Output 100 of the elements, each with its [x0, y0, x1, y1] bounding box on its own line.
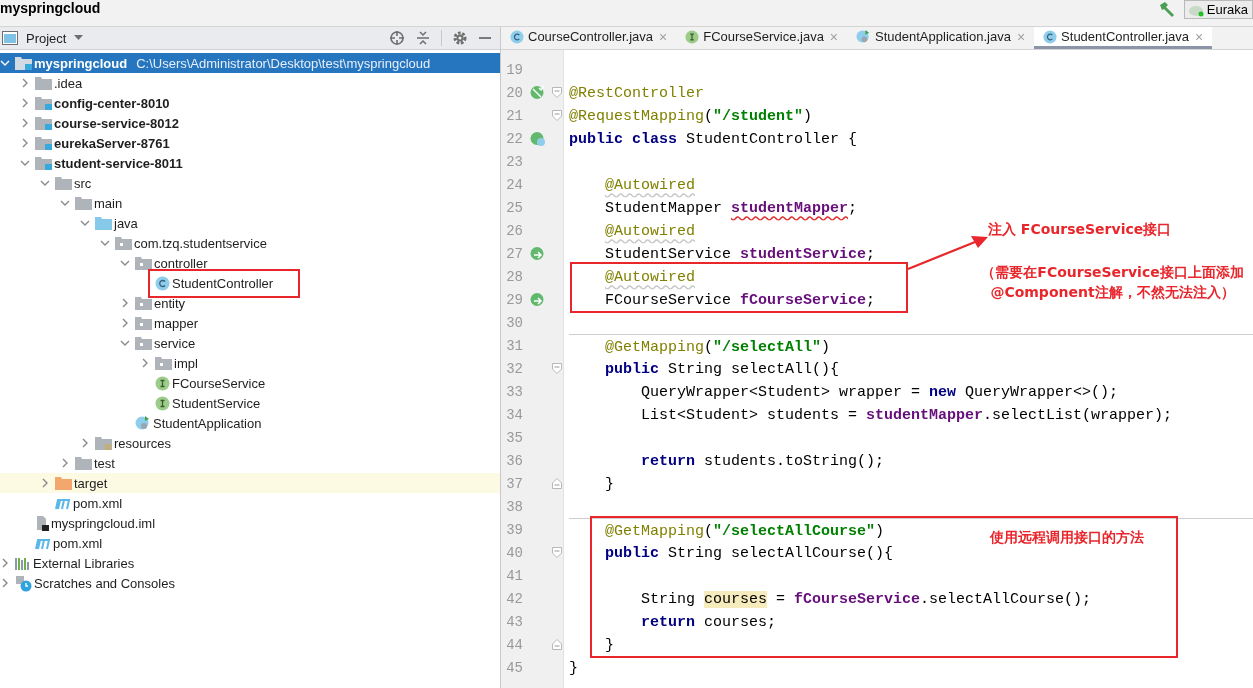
- line-number: 35: [505, 429, 523, 446]
- interface-icon: [155, 395, 170, 411]
- tree-item[interactable]: entity: [0, 293, 500, 313]
- code-line: StudentMapper studentMapper;: [604, 200, 858, 217]
- tree-item[interactable]: myspringcloud C:\Users\Administrator\Desktop\test\myspringcloud: [0, 53, 500, 73]
- line-number: 23: [505, 153, 523, 170]
- interface-icon: [685, 29, 700, 44]
- tree-item-label: test: [94, 455, 115, 471]
- code-line: QueryWrapper<Student> wrapper = new QueryWrapper<>();: [640, 384, 1119, 401]
- module-folder-icon: [15, 56, 32, 70]
- annotation-note: 使用远程调用接口的方法: [990, 528, 1145, 547]
- tree-item-label: src: [74, 175, 92, 191]
- tree-item[interactable]: myspringcloud.iml: [0, 513, 500, 533]
- line-number: 39: [505, 522, 523, 538]
- tree-item[interactable]: course-service-8012: [0, 113, 500, 133]
- code-line: public String selectAll(){: [604, 361, 840, 378]
- folder-icon: [95, 216, 112, 230]
- fold-icon[interactable]: [552, 639, 562, 650]
- maven-icon: [35, 536, 51, 550]
- package-icon: [135, 316, 152, 330]
- annotation-note: 注入 FCourseService接口: [988, 220, 1173, 239]
- tree-item[interactable]: External Libraries: [0, 553, 500, 573]
- tree-item[interactable]: mapper: [0, 313, 500, 333]
- editor-tab[interactable]: CourseController.java ×: [501, 27, 677, 49]
- maven-icon: [55, 496, 71, 510]
- line-number: 43: [505, 613, 523, 630]
- line-number: 42: [505, 590, 523, 607]
- editor-tab[interactable]: StudentApplication.java ×: [847, 27, 1035, 49]
- tree-item[interactable]: .idea: [0, 73, 500, 93]
- tree-item[interactable]: Scratches and Consoles: [0, 573, 500, 593]
- tree-item[interactable]: com.tzq.studentservice: [0, 233, 500, 253]
- tree-item[interactable]: eurekaServer-8761: [0, 133, 500, 153]
- folder-icon: [95, 436, 112, 450]
- spring-class-icon: [856, 29, 872, 44]
- tree-item[interactable]: resources: [0, 433, 500, 453]
- tab-label: StudentApplication.java: [875, 29, 1011, 44]
- settings-icon[interactable]: [452, 30, 468, 46]
- package-icon: [155, 356, 172, 370]
- line-number: 20: [505, 84, 523, 101]
- tree-item[interactable]: java: [0, 213, 500, 233]
- bean-class-icon[interactable]: [529, 131, 545, 146]
- tree-item[interactable]: service: [0, 333, 500, 353]
- line-number: 21: [505, 107, 523, 124]
- fold-icon[interactable]: [552, 547, 562, 558]
- tree-item[interactable]: src: [0, 173, 500, 193]
- code-line: FCourseService fCourseService;: [604, 292, 876, 309]
- line-number: 36: [505, 452, 523, 469]
- line-number: 22: [505, 130, 523, 147]
- tree-item[interactable]: test: [0, 453, 500, 473]
- bean-check-icon[interactable]: [529, 85, 545, 100]
- tree-item-label: service: [154, 335, 196, 351]
- locate-icon[interactable]: [389, 30, 405, 46]
- tree-item[interactable]: controller: [0, 253, 500, 273]
- fold-icon[interactable]: [552, 478, 562, 489]
- tree-item[interactable]: StudentApplication: [0, 413, 500, 433]
- tab-label: StudentController.java: [1061, 29, 1190, 44]
- annotation-note: （需要在FCourseService接口上面添加 @Component注解，不然无法注入）: [980, 263, 1245, 302]
- tree-item-label: myspringcloud: [34, 55, 128, 71]
- tree-item-label: StudentApplication: [153, 415, 262, 431]
- code-line: @Autowired: [604, 269, 696, 286]
- tree-item[interactable]: target: [0, 473, 500, 493]
- tree-item[interactable]: pom.xml: [0, 533, 500, 553]
- tree-item-label: StudentService: [172, 395, 261, 411]
- tree-item[interactable]: student-service-8011: [0, 153, 500, 173]
- hammer-icon[interactable]: [1157, 1, 1176, 17]
- tree-item[interactable]: StudentController: [0, 273, 500, 293]
- collapse-all-icon[interactable]: [415, 30, 431, 46]
- code-line: public String selectAllCourse(){: [604, 545, 894, 562]
- code-line: List<Student> students = studentMapper.selectList(wrapper);: [640, 407, 1173, 424]
- code-line: @Autowired: [604, 223, 696, 240]
- editor-tab[interactable]: FCourseService.java ×: [676, 27, 848, 49]
- tree-item-label: com.tzq.studentservice: [134, 235, 267, 251]
- line-number: 38: [505, 498, 523, 515]
- scratches-icon: [15, 574, 32, 592]
- folder-icon: [75, 196, 92, 210]
- package-icon: [135, 336, 152, 350]
- tree-item[interactable]: main: [0, 193, 500, 213]
- line-number: 32: [505, 360, 523, 377]
- project-title: myspringcloud: [0, 0, 101, 17]
- run-config-button[interactable]: Euraka: [1183, 0, 1253, 19]
- module-folder-icon: [35, 156, 52, 170]
- project-view-icon: [2, 31, 18, 45]
- fold-icon[interactable]: [552, 363, 562, 374]
- folder-icon: [35, 76, 52, 90]
- line-number: 34: [505, 406, 523, 423]
- tree-item[interactable]: config-center-8010: [0, 93, 500, 113]
- tree-item[interactable]: pom.xml: [0, 493, 500, 513]
- libraries-icon: [15, 556, 31, 570]
- tab-label: CourseController.java: [528, 29, 653, 44]
- fold-icon[interactable]: [552, 110, 562, 121]
- code-line: }: [604, 476, 614, 493]
- editor-tab[interactable]: StudentController.java ×: [1034, 27, 1213, 49]
- tree-item[interactable]: StudentService: [0, 393, 500, 413]
- code-line: String courses = fCourseService.selectAllCourse();: [640, 591, 1092, 608]
- tree-item[interactable]: impl: [0, 353, 500, 373]
- project-view-dropdown[interactable]: Project: [22, 30, 88, 46]
- tree-item[interactable]: FCourseService: [0, 373, 500, 393]
- code-line: @Autowired: [604, 177, 696, 194]
- tree-item-label: student-service-8011: [54, 155, 183, 171]
- fold-icon[interactable]: [552, 87, 562, 98]
